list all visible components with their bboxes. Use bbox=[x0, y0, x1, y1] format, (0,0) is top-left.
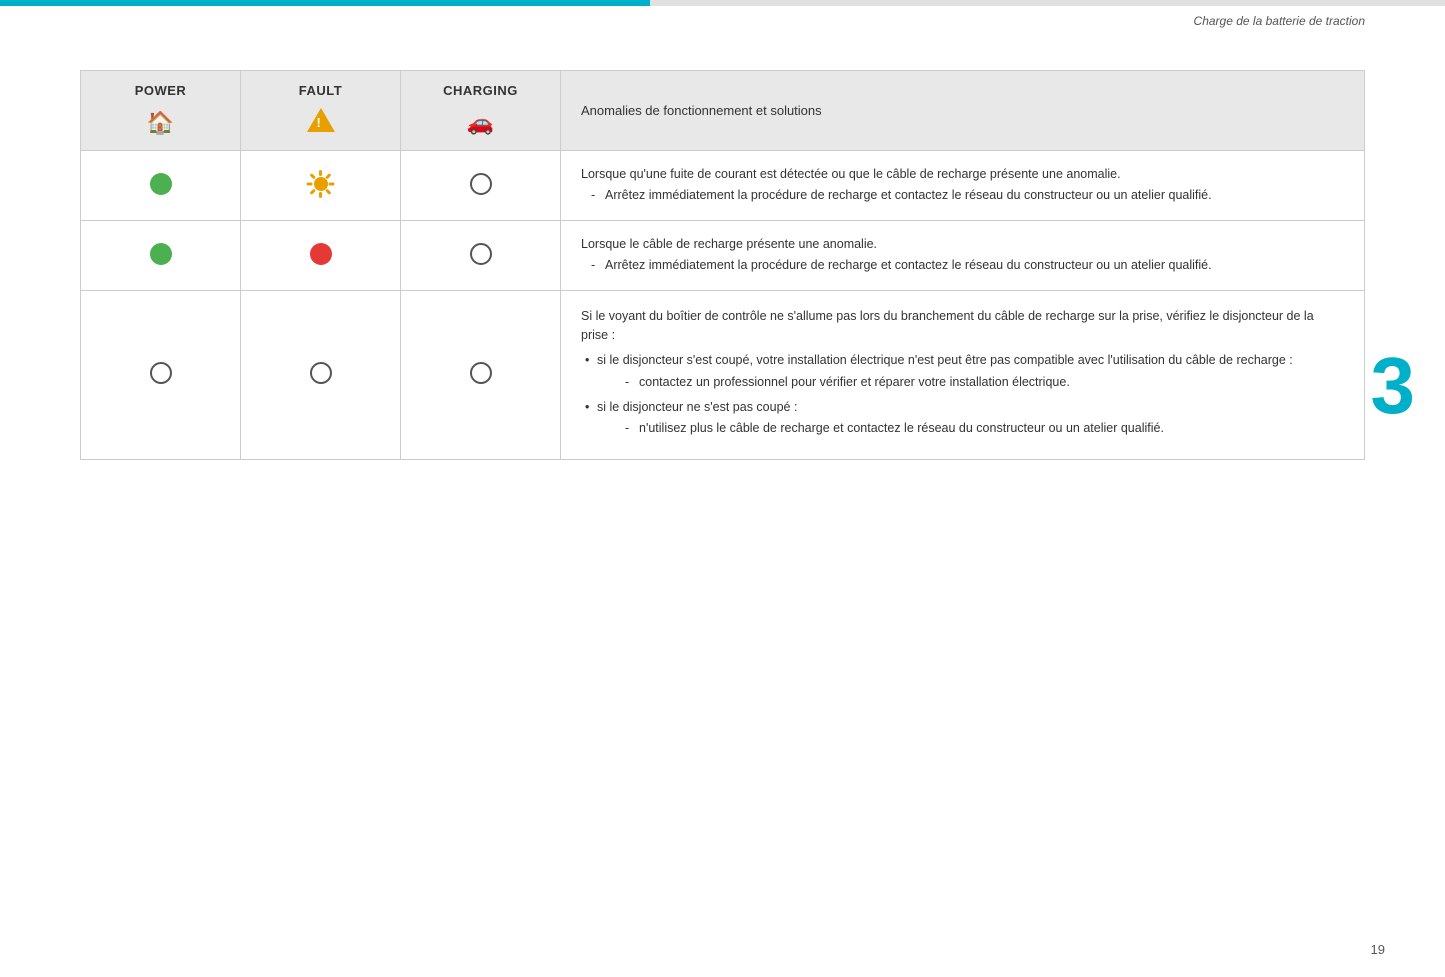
car-icon: 🚗 bbox=[467, 110, 494, 136]
empty-circle bbox=[470, 362, 492, 384]
header-power-icon: 🏠 bbox=[81, 102, 241, 151]
warning-triangle-icon bbox=[307, 115, 335, 137]
header-desc: Anomalies de fonctionnement et solutions bbox=[561, 71, 1365, 151]
table-row: Lorsque le câble de recharge présente un… bbox=[81, 220, 1365, 290]
row3-charging bbox=[401, 290, 561, 459]
header-charging: CHARGING bbox=[401, 71, 561, 103]
green-dot bbox=[150, 173, 172, 195]
chapter-number: 3 bbox=[1371, 340, 1416, 432]
header-fault: FAULT bbox=[241, 71, 401, 103]
row2-fault bbox=[241, 220, 401, 290]
empty-circle bbox=[470, 243, 492, 265]
sun-center bbox=[314, 177, 328, 191]
header-fault-icon bbox=[241, 102, 401, 151]
main-content: POWER FAULT CHARGING Anomalies de foncti… bbox=[80, 30, 1365, 460]
empty-circle bbox=[150, 362, 172, 384]
row3-bullet-list: si le disjoncteur s'est coupé, votre ins… bbox=[581, 351, 1344, 439]
row1-fault bbox=[241, 151, 401, 221]
blink-fault-icon bbox=[307, 170, 335, 198]
page-title: Charge de la batterie de traction bbox=[1194, 14, 1365, 28]
row2-power bbox=[81, 220, 241, 290]
table-header-row-1: POWER FAULT CHARGING Anomalies de foncti… bbox=[81, 71, 1365, 103]
row2-description: Lorsque le câble de recharge présente un… bbox=[561, 220, 1365, 290]
header-charging-icon: 🚗 bbox=[401, 102, 561, 151]
row3-power bbox=[81, 290, 241, 459]
header-power: POWER bbox=[81, 71, 241, 103]
row1-charging bbox=[401, 151, 561, 221]
list-item: si le disjoncteur ne s'est pas coupé : n… bbox=[581, 398, 1344, 439]
top-decorative-bar bbox=[0, 0, 1445, 6]
row2-charging bbox=[401, 220, 561, 290]
home-icon: 🏠 bbox=[147, 110, 174, 136]
list-item: si le disjoncteur s'est coupé, votre ins… bbox=[581, 351, 1344, 392]
green-dot bbox=[150, 243, 172, 265]
page-header: Charge de la batterie de traction bbox=[1194, 14, 1365, 28]
page-number: 19 bbox=[1371, 942, 1385, 957]
empty-circle bbox=[470, 173, 492, 195]
row3-fault bbox=[241, 290, 401, 459]
row1-description: Lorsque qu'une fuite de courant est déte… bbox=[561, 151, 1365, 221]
table-row: Si le voyant du boîtier de contrôle ne s… bbox=[81, 290, 1365, 459]
table-row: Lorsque qu'une fuite de courant est déte… bbox=[81, 151, 1365, 221]
indicators-table: POWER FAULT CHARGING Anomalies de foncti… bbox=[80, 70, 1365, 460]
red-dot bbox=[310, 243, 332, 265]
empty-circle bbox=[310, 362, 332, 384]
row3-description: Si le voyant du boîtier de contrôle ne s… bbox=[561, 290, 1365, 459]
row1-power bbox=[81, 151, 241, 221]
